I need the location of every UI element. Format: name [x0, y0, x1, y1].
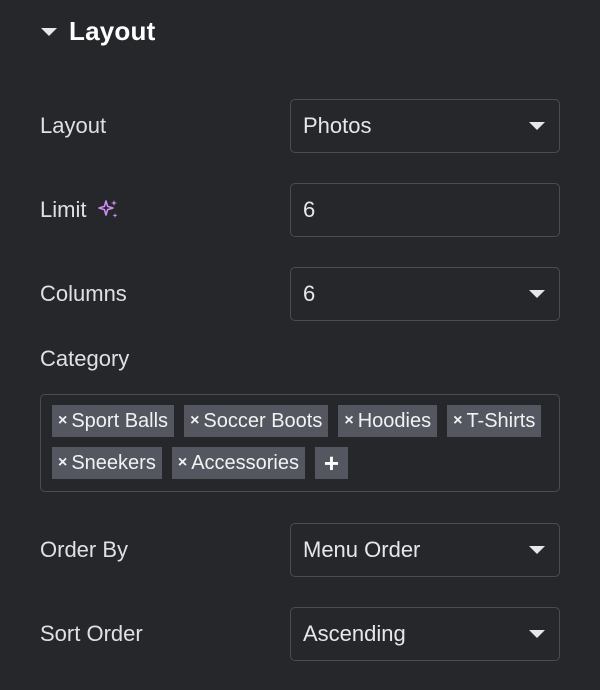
sort-order-select-value: Ascending [303, 621, 406, 646]
category-tag-label: Sneekers [71, 451, 156, 474]
close-icon[interactable]: × [58, 412, 67, 430]
category-tag-label: Sport Balls [71, 409, 169, 432]
close-icon[interactable]: × [190, 412, 199, 430]
limit-label-wrap: Limit [40, 197, 120, 223]
limit-input-value: 6 [303, 197, 316, 222]
chevron-down-icon [529, 630, 545, 638]
category-tag[interactable]: × Sport Balls [52, 405, 175, 437]
close-icon[interactable]: × [453, 412, 462, 430]
category-tag[interactable]: × Hoodies [338, 405, 438, 437]
columns-row: Columns 6 [40, 267, 560, 321]
close-icon[interactable]: × [344, 412, 353, 430]
category-tag[interactable]: × Sneekers [52, 447, 162, 479]
category-label: Category [40, 346, 130, 371]
category-tag-label: T-Shirts [466, 409, 536, 432]
limit-label: Limit [40, 197, 87, 222]
sort-order-row: Sort Order Ascending [40, 607, 560, 661]
columns-select-value: 6 [303, 281, 316, 306]
layout-row: Layout Photos [40, 99, 560, 153]
section-toggle-layout[interactable]: Layout [41, 12, 155, 50]
chevron-down-icon [529, 546, 545, 554]
close-icon[interactable]: × [58, 454, 67, 472]
category-tag-input[interactable]: × Sport Balls × Soccer Boots × Hoodies ×… [40, 394, 560, 492]
close-icon[interactable]: × [178, 454, 187, 472]
section-title: Layout [69, 15, 156, 46]
limit-input[interactable]: 6 [290, 183, 560, 237]
order-by-select[interactable]: Menu Order [290, 523, 560, 577]
order-by-label: Order By [40, 537, 129, 562]
category-tag[interactable]: × Accessories [171, 447, 305, 479]
category-tag-label: Hoodies [357, 409, 432, 432]
category-tag-label: Accessories [191, 451, 299, 474]
plus-icon[interactable]: + [315, 447, 348, 479]
category-tag-label: Soccer Boots [203, 409, 323, 432]
layout-select[interactable]: Photos [290, 99, 560, 153]
category-tag[interactable]: × Soccer Boots [184, 405, 329, 437]
layout-select-value: Photos [303, 113, 372, 138]
sparkle-icon[interactable] [96, 198, 120, 222]
layout-label: Layout [40, 113, 107, 138]
order-by-select-value: Menu Order [303, 537, 421, 562]
columns-label: Columns [40, 281, 127, 306]
sort-order-label: Sort Order [40, 621, 143, 646]
caret-down-icon [41, 28, 57, 36]
columns-select[interactable]: 6 [290, 267, 560, 321]
order-by-row: Order By Menu Order [40, 523, 560, 577]
sort-order-select[interactable]: Ascending [290, 607, 560, 661]
category-tag[interactable]: × T-Shirts [447, 405, 542, 437]
limit-row: Limit 6 [40, 183, 560, 237]
chevron-down-icon [529, 290, 545, 298]
chevron-down-icon [529, 122, 545, 130]
